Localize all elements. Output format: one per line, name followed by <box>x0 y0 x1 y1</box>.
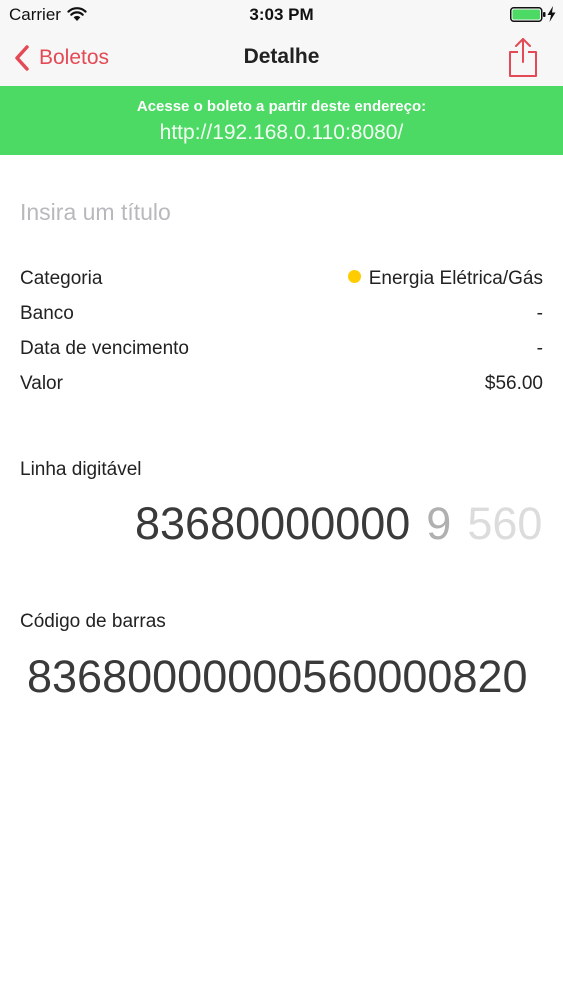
digitable-line-label: Linha digitável <box>20 459 142 480</box>
status-time: 3:03 PM <box>249 5 314 24</box>
category-value-wrap: Energia Elétrica/Gás <box>347 268 543 290</box>
digitable-line-segment: 560 <box>467 498 543 549</box>
status-bar: Carrier 3:03 PM <box>0 0 563 30</box>
due-date-value: - <box>536 338 543 359</box>
digitable-line-segment: 83680000000 <box>135 498 411 549</box>
amount-row[interactable]: Valor $56.00 <box>20 369 543 399</box>
navigation-bar: Boletos Detalhe <box>0 30 563 86</box>
amount-label: Valor <box>20 373 63 394</box>
due-date-row[interactable]: Data de vencimento - <box>20 334 543 364</box>
bolt-icon <box>547 6 556 22</box>
title-input[interactable] <box>20 194 543 230</box>
server-address-banner: Acesse o boleto a partir deste endereço:… <box>0 86 563 155</box>
barcode-value: 83680000000560000820 <box>27 651 528 702</box>
due-date-label: Data de vencimento <box>20 338 189 359</box>
bank-value: - <box>536 303 543 324</box>
barcode-scroller[interactable]: 83680000000560000820 <box>0 645 563 705</box>
category-dot-icon <box>347 270 361 283</box>
bank-row[interactable]: Banco - <box>20 299 543 329</box>
category-value: Energia Elétrica/Gás <box>368 268 543 289</box>
digitable-line-scroller[interactable]: 83680000000 9 560 <box>0 490 563 558</box>
barcode-label: Código de barras <box>20 611 166 632</box>
banner-caption: Acesse o boleto a partir deste endereço: <box>136 98 427 115</box>
banner-url[interactable]: http://192.168.0.110:8080/ <box>0 121 563 145</box>
category-label: Categoria <box>20 268 103 289</box>
page-title: Detalhe <box>243 45 320 68</box>
share-icon[interactable] <box>506 36 540 80</box>
digitable-line-value: 83680000000 9 560 <box>135 498 558 550</box>
battery-icon <box>510 7 546 22</box>
category-row[interactable]: Categoria Energia Elétrica/Gás <box>20 264 543 294</box>
amount-value: $56.00 <box>484 373 543 394</box>
digitable-line-segment: 9 <box>426 498 452 549</box>
bank-label: Banco <box>20 303 74 324</box>
